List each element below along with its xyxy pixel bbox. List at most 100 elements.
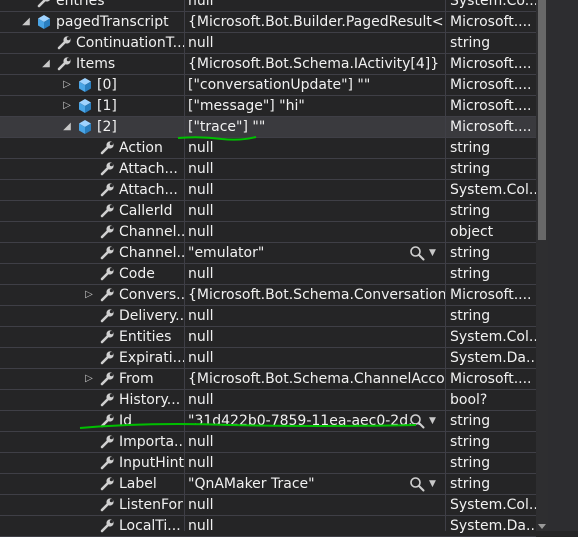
scrollbar-thumb[interactable] xyxy=(538,0,546,240)
expand-arrow-icon[interactable]: ▷ xyxy=(61,96,73,116)
chevron-down-icon[interactable]: ▼ xyxy=(429,243,436,263)
watch-row[interactable]: Importa... null string xyxy=(0,432,536,453)
value-cell[interactable]: "31d422b0-7859-11ea-aec0-2d... ▼ xyxy=(185,411,445,431)
visualizer-tools[interactable]: ▼ xyxy=(407,411,443,431)
row-name: Attach... xyxy=(119,161,178,177)
row-value: {Microsoft.Bot.Schema.ConversationA... xyxy=(188,287,445,303)
row-value: null xyxy=(188,0,214,9)
row-name: pagedTranscript xyxy=(56,14,169,30)
magnifier-icon[interactable] xyxy=(409,476,425,492)
vertical-scrollbar[interactable] xyxy=(536,0,548,531)
watch-row[interactable]: Channel... "emulator" ▼ string xyxy=(0,243,536,264)
row-name: Expirati... xyxy=(119,350,184,366)
value-cell[interactable]: null xyxy=(185,180,445,200)
watch-row[interactable]: CallerId null string xyxy=(0,201,536,222)
watch-row[interactable]: ◢ [2] ["trace"] "" Microsoft.... xyxy=(0,117,536,138)
value-cell[interactable]: ["trace"] "" xyxy=(185,117,445,137)
value-cell[interactable]: null xyxy=(185,138,445,158)
collapse-arrow-icon[interactable]: ◢ xyxy=(20,12,32,32)
column-separator-name-value[interactable] xyxy=(184,0,185,531)
value-cell[interactable]: null xyxy=(185,201,445,221)
value-cell[interactable]: null xyxy=(185,453,445,473)
value-cell[interactable]: null xyxy=(185,0,445,11)
row-name: Id xyxy=(119,413,133,429)
row-name: ListenFor xyxy=(119,497,183,513)
watch-row[interactable]: Expirati... null System.Da... xyxy=(0,348,536,369)
row-value: null xyxy=(188,518,214,534)
value-cell[interactable]: null xyxy=(185,33,445,53)
watch-row[interactable]: InputHint null string xyxy=(0,453,536,474)
value-cell[interactable]: null xyxy=(185,306,445,326)
expand-arrow-icon[interactable]: ▷ xyxy=(83,369,95,389)
magnifier-icon[interactable] xyxy=(409,413,425,429)
value-cell[interactable]: {Microsoft.Bot.Schema.IActivity[4]} xyxy=(185,54,445,74)
object-cube-icon xyxy=(77,98,93,114)
watch-row[interactable]: Channel... null object xyxy=(0,222,536,243)
visualizer-tools[interactable]: ▼ xyxy=(407,474,443,494)
value-cell[interactable]: "emulator" ▼ xyxy=(185,243,445,263)
property-wrench-icon xyxy=(99,161,115,177)
magnifier-icon[interactable] xyxy=(409,245,425,261)
row-name: Delivery... xyxy=(119,308,184,324)
expand-arrow-icon[interactable]: ▷ xyxy=(61,75,73,95)
type-cell: System.Col... xyxy=(450,182,536,198)
value-cell[interactable]: null xyxy=(185,348,445,368)
row-value: null xyxy=(188,434,214,450)
watch-row[interactable]: ◢ pagedTranscript {Microsoft.Bot.Builder.P… xyxy=(0,12,536,33)
value-cell[interactable]: {Microsoft.Bot.Schema.ConversationA... xyxy=(185,285,445,305)
value-cell[interactable]: ["conversationUpdate"] "" xyxy=(185,75,445,95)
value-cell[interactable]: null xyxy=(185,264,445,284)
watch-row[interactable]: ListenFor null System.Col... xyxy=(0,495,536,516)
value-cell[interactable]: null xyxy=(185,390,445,410)
name-cell: Channel... xyxy=(0,222,184,242)
property-wrench-icon xyxy=(56,35,72,51)
type-cell: Microsoft.... xyxy=(450,77,532,93)
scroll-down-arrow-icon[interactable] xyxy=(538,524,546,529)
value-cell[interactable]: {Microsoft.Bot.Builder.PagedResult<... xyxy=(185,12,445,32)
chevron-down-icon[interactable]: ▼ xyxy=(429,411,436,431)
value-cell[interactable]: null xyxy=(185,327,445,347)
watch-row[interactable]: Entities null System.Col... xyxy=(0,327,536,348)
watch-row[interactable]: Attach... null string xyxy=(0,159,536,180)
row-name: Convers... xyxy=(119,287,184,303)
watch-row[interactable]: Id "31d422b0-7859-11ea-aec0-2d... ▼ string xyxy=(0,411,536,432)
row-name: [2] xyxy=(97,119,117,135)
collapse-arrow-icon[interactable]: ◢ xyxy=(40,54,52,74)
watch-row[interactable]: entries null System.Co... xyxy=(0,0,536,12)
property-wrench-icon xyxy=(99,182,115,198)
watch-row[interactable]: ▷ [0] ["conversationUpdate"] "" Microsoft..… xyxy=(0,75,536,96)
watch-row[interactable]: Label "QnAMaker Trace" ▼ string xyxy=(0,474,536,495)
chevron-down-icon[interactable]: ▼ xyxy=(429,474,436,494)
watch-row[interactable]: Code null string xyxy=(0,264,536,285)
row-name: CallerId xyxy=(119,203,173,219)
watch-row[interactable]: Delivery... null string xyxy=(0,306,536,327)
watch-row[interactable]: LocalTi... null System.Da... xyxy=(0,516,536,537)
column-separator-value-type[interactable] xyxy=(445,0,446,531)
value-cell[interactable]: null xyxy=(185,222,445,242)
watch-row[interactable]: ▷ [1] ["message"] "hi" Microsoft.... xyxy=(0,96,536,117)
name-cell: ◢ Items xyxy=(0,54,184,74)
watch-row[interactable]: ContinuationT... null string xyxy=(0,33,536,54)
name-cell: Action xyxy=(0,138,184,158)
watch-row[interactable]: Action null string xyxy=(0,138,536,159)
visualizer-tools[interactable]: ▼ xyxy=(407,243,443,263)
value-cell[interactable]: null xyxy=(185,495,445,515)
watch-row[interactable]: ◢ Items {Microsoft.Bot.Schema.IActivity[4]… xyxy=(0,54,536,75)
watch-row[interactable]: Attach... null System.Col... xyxy=(0,180,536,201)
name-cell: ListenFor xyxy=(0,495,184,515)
property-wrench-icon xyxy=(99,413,115,429)
value-cell[interactable]: "QnAMaker Trace" ▼ xyxy=(185,474,445,494)
watch-row[interactable]: ▷ From {Microsoft.Bot.Schema.ChannelAccou.… xyxy=(0,369,536,390)
value-cell[interactable]: null xyxy=(185,516,445,536)
value-cell[interactable]: {Microsoft.Bot.Schema.ChannelAccou... xyxy=(185,369,445,389)
collapse-arrow-icon[interactable]: ◢ xyxy=(61,117,73,137)
watch-row[interactable]: ▷ Convers... {Microsoft.Bot.Schema.Convers… xyxy=(0,285,536,306)
row-name: Importa... xyxy=(119,434,184,450)
expand-arrow-icon[interactable]: ▷ xyxy=(83,285,95,305)
watch-row[interactable]: History... null bool? xyxy=(0,390,536,411)
type-cell: Microsoft.... xyxy=(450,371,532,387)
value-cell[interactable]: null xyxy=(185,159,445,179)
row-value: null xyxy=(188,392,214,408)
value-cell[interactable]: ["message"] "hi" xyxy=(185,96,445,116)
value-cell[interactable]: null xyxy=(185,432,445,452)
